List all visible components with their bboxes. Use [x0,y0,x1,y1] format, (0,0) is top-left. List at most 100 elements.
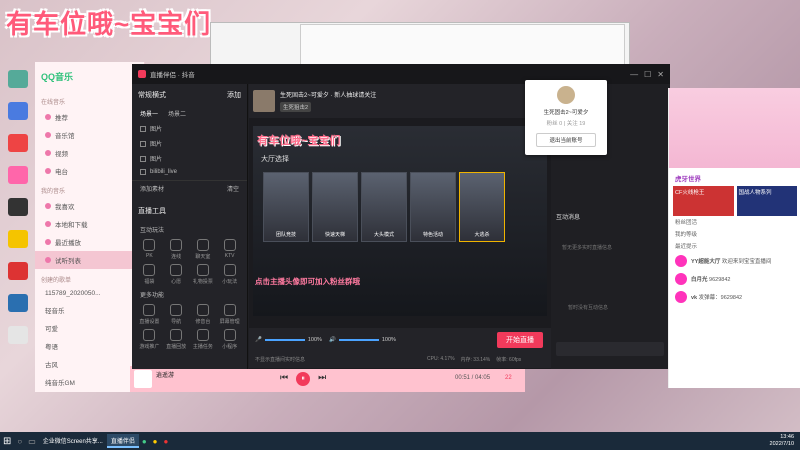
clock[interactable]: 13:46 2022/7/10 [770,434,800,448]
tool-pk[interactable]: PK [136,239,163,260]
desktop-icon[interactable] [4,166,32,186]
interact-tools: PK 连线 聊天室 KTV 福袋 心愿 礼物投票 小玩法 [132,237,247,287]
app-icon[interactable]: ● [161,437,172,446]
clock-time: 13:46 [780,434,794,440]
mic-slider[interactable] [264,339,305,341]
qq-item-library[interactable]: 音乐馆 [35,126,144,144]
desktop-icon[interactable] [4,230,32,250]
tab-scene-1[interactable]: 场景一 [140,109,158,118]
tool-wish[interactable]: 心愿 [163,264,190,285]
tool-screen[interactable]: 屏幕管理 [216,304,243,325]
playlist-item[interactable]: 115789_2020050... [35,286,144,301]
heart-icon [170,264,183,276]
speaker-slider[interactable] [338,339,379,341]
start-icon[interactable]: ⊞ [0,436,14,447]
speaker-volume: 100% [381,337,396,343]
next-icon[interactable]: ⏭ [318,372,326,386]
playlist-count[interactable]: 22 [505,375,512,381]
tool-ktv[interactable]: KTV [216,239,243,260]
chat-tab[interactable]: 虎牙世界 [669,170,800,186]
image-icon [140,155,146,162]
mode-card: 特色活动 [410,172,456,242]
playlist-item[interactable]: 粤语 [35,337,144,355]
more-title: 更多功能 [140,293,165,299]
app-icon[interactable]: ● [150,437,161,446]
playlist-item[interactable]: 纯音乐GM [35,373,144,391]
cpu-usage: CPU: 4.17% [427,356,455,362]
mic-icon[interactable]: 🎤 [255,337,262,343]
search-icon[interactable]: ○ [14,437,25,446]
desktop-icon[interactable] [4,198,32,218]
info-toggle[interactable]: 不显示直播间实时信息 [255,356,305,363]
add-material-button[interactable]: 添加素材 [140,184,164,193]
desktop-icon[interactable] [4,262,32,282]
stream-header: 生死固击2~可爱夕 · 新人抽球请关注 生死狙击2 [249,84,551,118]
prev-icon[interactable]: ⏮ [280,372,288,386]
tool-tuner[interactable]: 修音台 [190,304,217,325]
minimize-icon[interactable]: — [630,70,638,79]
chat-input[interactable] [556,342,664,356]
section-online: 在线音乐 [41,100,66,106]
qq-item-recent[interactable]: 最近播放 [35,233,144,251]
qq-item-trial[interactable]: 试听列表 [35,251,144,269]
desktop-icon[interactable] [4,70,32,90]
category-badge[interactable]: 生死狙击2 [280,102,312,112]
desktop-icon[interactable] [4,294,32,314]
clear-button[interactable]: 清空 [227,184,239,193]
qq-item-radio[interactable]: 电台 [35,162,144,180]
playlist-item[interactable]: 可爱 [35,319,144,337]
start-live-button[interactable]: 开始直播 [497,332,543,348]
promo-card[interactable]: 国战人物系列 [736,186,797,216]
tool-gift-vote[interactable]: 礼物投票 [190,264,217,285]
speaker-icon[interactable]: 🔊 [329,337,336,343]
desktop-icon[interactable] [4,134,32,154]
taskview-icon[interactable]: ▭ [25,437,39,446]
desktop-icon[interactable] [4,102,32,122]
qq-item-local[interactable]: 本地和下载 [35,215,144,233]
mode-card: 大头模式 [361,172,407,242]
desktop-icons [4,70,32,346]
tool-settings[interactable]: 直播设置 [136,304,163,325]
layer-item[interactable]: 图片 [132,121,247,136]
layer-item[interactable]: 图片 [132,136,247,151]
desktop-icon[interactable] [4,326,32,346]
tool-promote[interactable]: 游戏推广 [136,329,163,350]
qq-item-recommend[interactable]: 推荐 [35,108,144,126]
app-icon[interactable]: ● [139,437,150,446]
mode-title[interactable]: 常规横式 [138,90,166,100]
stream-preview: 有车位哦~宝宝们 大厅选择 团队竞技 快速天梯 大头模式 特色活动 大逃杀 点击… [253,126,547,316]
promo-card[interactable]: CF火线枪王 [673,186,734,216]
tool-lucky-bag[interactable]: 福袋 [136,264,163,285]
tool-mini-game[interactable]: 小玩法 [216,264,243,285]
layer-item[interactable]: 图片 [132,151,247,166]
taskbar-item[interactable]: 直播伴侣 [106,434,139,448]
qq-item-video[interactable]: 视频 [35,144,144,162]
tool-miniapp[interactable]: 小程序 [216,329,243,350]
tool-chatroom[interactable]: 聊天室 [190,239,217,260]
taskbar-item[interactable]: 企业微信Screen共享... [39,434,107,448]
play-pause-button[interactable]: ⏸ [296,372,311,386]
avatar [675,291,687,303]
fps: 帧率: 60fps [496,357,522,363]
tool-link[interactable]: 连线 [163,239,190,260]
song-title: 逍遥游 [156,373,175,379]
streamer-avatar[interactable] [253,90,275,112]
tool-nav[interactable]: 导航 [163,304,190,325]
logout-button[interactable]: 退出当前账号 [536,133,596,147]
recommend-icon [45,114,51,120]
interact-msg-title: 互动消息 [556,215,581,221]
mode-card: 快速天梯 [312,172,358,242]
tab-scene-2[interactable]: 场景二 [168,109,186,118]
tool-replay[interactable]: 直播回放 [163,329,190,350]
section-playlists: 创建的歌单 [41,278,72,284]
close-icon[interactable]: ✕ [657,70,664,79]
maximize-icon[interactable]: ☐ [644,70,651,79]
tool-tasks[interactable]: 主播任务 [190,329,217,350]
layer-item[interactable]: bilibili_live [132,166,247,178]
qq-item-liked[interactable]: 我喜欢 [35,197,144,215]
playlist-item[interactable]: 古风 [35,355,144,373]
nav-icon [170,304,183,316]
center-panel: 生死固击2~可爱夕 · 新人抽球请关注 生死狙击2 有车位哦~宝宝们 大厅选择 … [249,84,551,369]
playlist-item[interactable]: 轻音乐 [35,301,144,319]
add-scene-button[interactable]: 添加 [227,90,241,100]
